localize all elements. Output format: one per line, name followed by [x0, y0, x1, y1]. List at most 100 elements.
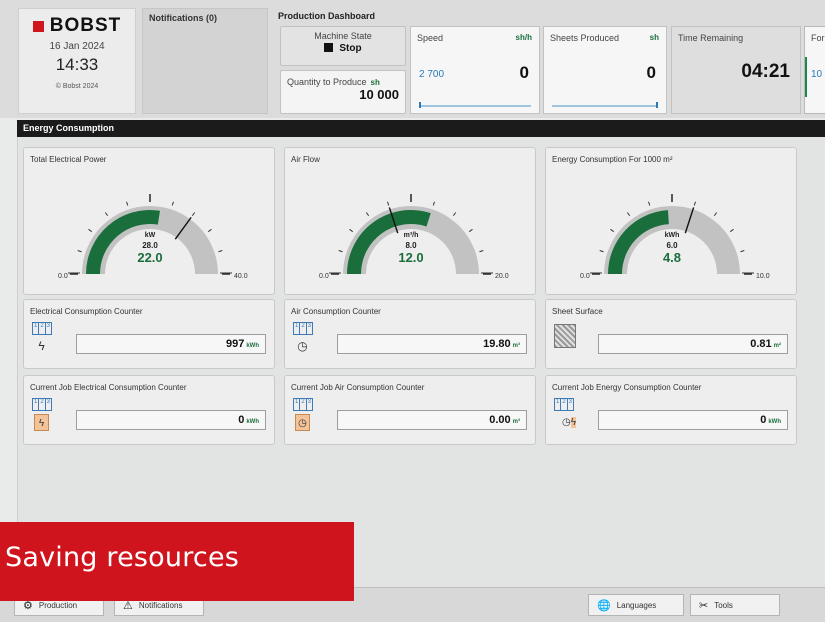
gauge-icon: ◷ — [297, 339, 308, 353]
gauge-marker-value: 28.0 — [142, 241, 158, 250]
counter-unit: m² — [773, 343, 781, 349]
counter-digits-icon: 123 — [32, 398, 52, 411]
top-header: BOBST 16 Jan 2024 14:33 © Bobst 2024 Not… — [0, 0, 825, 118]
speed-set-value: 2 700 — [419, 69, 445, 80]
notifications-title: Notifications (0) — [149, 13, 218, 23]
gauge-tick — [713, 212, 718, 217]
next-tile[interactable]: For 10 — [804, 26, 825, 114]
counter-value: 19.80 — [483, 338, 511, 350]
production-label: Production — [38, 600, 78, 610]
energy-icon: ◷ϟ — [561, 417, 577, 428]
gauge-dial — [329, 194, 493, 275]
gauge-tick — [365, 212, 370, 217]
counter-digits-icon: 123 — [554, 398, 574, 411]
quantity-tile[interactable]: Quantity to Produce sh 10 000 — [280, 70, 406, 114]
gauge-card-air-flow: Air Flow m³/h 8.0 12.0 0.0 20.0 — [284, 147, 536, 295]
counter-label: Current Job Energy Consumption Counter — [552, 383, 702, 392]
notifications-panel[interactable]: Notifications (0) — [142, 8, 268, 114]
notifications-button-label: Notifications — [138, 600, 183, 610]
gauge-max: 40.0 — [234, 273, 248, 280]
next-tile-value: 10 — [811, 69, 823, 80]
counter-value: 0 — [238, 414, 245, 426]
counter-job-air: Current Job Air Consumption Counter 123 … — [284, 375, 536, 445]
brand-panel: BOBST 16 Jan 2024 14:33 © Bobst 2024 — [18, 8, 136, 114]
globe-icon: 🌐 — [597, 599, 611, 612]
machine-state-tile[interactable]: Machine State Stop — [280, 26, 406, 66]
time-remaining-label: Time Remaining — [678, 33, 744, 43]
counter-field: 0.81 m² — [598, 334, 788, 354]
current-date: 16 Jan 2024 — [49, 41, 105, 52]
quantity-label: Quantity to Produce — [287, 77, 367, 87]
gauge-value: 22.0 — [137, 250, 163, 265]
gauge-dial — [590, 194, 754, 275]
counter-unit: m³ — [512, 343, 520, 349]
counter-unit: m³ — [512, 419, 520, 425]
counter-value: 0.00 — [489, 414, 511, 426]
gauge-min: 0.0 — [580, 273, 590, 280]
counter-value: 997 — [225, 338, 245, 350]
gauge-unit: kWh — [664, 232, 680, 239]
counter-field: 0.00 m³ — [337, 410, 527, 430]
counter-label: Current Job Electrical Consumption Count… — [30, 383, 187, 392]
current-time: 14:33 — [55, 55, 99, 74]
sheets-bar — [552, 102, 658, 108]
lightning-icon: ϟ — [38, 339, 45, 353]
dashboard-title: Production Dashboard — [278, 11, 376, 21]
languages-label: Languages — [616, 600, 657, 610]
counter-unit: kWh — [246, 419, 259, 425]
bobst-logo: BOBST — [19, 15, 135, 37]
counter-electrical: Electrical Consumption Counter 123 ϟ 997… — [23, 299, 275, 369]
gauge-tick — [387, 201, 390, 206]
gauge-icon: ◷ — [295, 414, 310, 431]
logo-square-icon — [32, 20, 44, 32]
time-remaining-value: 04:21 — [741, 61, 790, 82]
saving-resources-banner: Saving resources — [0, 522, 354, 601]
gauge-tick — [693, 201, 696, 206]
gauge-label: Total Electrical Power — [30, 155, 107, 164]
counter-unit: kWh — [246, 343, 259, 349]
sheets-produced-tile[interactable]: Sheets Produced sh 0 — [543, 26, 667, 114]
sheets-bar-marker — [656, 102, 658, 108]
speed-tile[interactable]: Speed sh/h 2 700 0 — [410, 26, 540, 114]
gauge-card-energy-1000m2: Energy Consumption For 1000 m² kWh 6.0 4… — [545, 147, 797, 295]
time-remaining-tile[interactable]: Time Remaining 04:21 — [671, 26, 801, 114]
counter-digits-icon: 123 — [293, 322, 313, 335]
logo-text: BOBST — [49, 15, 122, 36]
sheets-unit: sh — [649, 33, 659, 42]
lightning-icon: ϟ — [34, 414, 49, 431]
gauge-unit: m³/h — [403, 232, 419, 239]
quantity-unit: sh — [370, 78, 380, 87]
counter-unit: kWh — [768, 419, 781, 425]
section-header: Energy Consumption — [17, 120, 825, 137]
speed-unit: sh/h — [515, 33, 532, 42]
languages-button[interactable]: 🌐 Languages — [588, 594, 684, 616]
counter-field: 0 kWh — [76, 410, 266, 430]
gauge-min: 0.0 — [319, 273, 329, 280]
counter-air: Air Consumption Counter 123 ◷ 19.80 m³ — [284, 299, 536, 369]
speed-value: 0 — [519, 63, 529, 82]
gauge-tick — [191, 212, 196, 217]
gauge-tick — [432, 201, 435, 206]
tools-button[interactable]: ✂ Tools — [690, 594, 780, 616]
speed-label: Speed — [417, 33, 444, 43]
sheets-value: 0 — [646, 63, 656, 82]
counter-value: 0.81 — [750, 338, 772, 350]
gauge-label: Air Flow — [291, 155, 320, 164]
gauge-value: 12.0 — [398, 250, 424, 265]
sheet-icon — [554, 324, 576, 348]
counter-job-energy: Current Job Energy Consumption Counter 1… — [545, 375, 797, 445]
counter-digits-icon: 123 — [293, 398, 313, 411]
gauge-max: 20.0 — [495, 273, 509, 280]
machine-state-label: Machine State — [314, 31, 372, 41]
sheets-label: Sheets Produced — [550, 33, 620, 43]
energy-main-area: Total Electrical Power kW 28.0 22.0 0.0 … — [17, 137, 825, 587]
counter-value: 0 — [760, 414, 767, 426]
quantity-value: 10 000 — [359, 87, 399, 102]
gauge-marker-value: 8.0 — [405, 241, 417, 250]
gauge-tick — [171, 201, 174, 206]
counter-job-electrical: Current Job Electrical Consumption Count… — [23, 375, 275, 445]
tools-icon: ✂ — [699, 599, 709, 612]
counter-label: Air Consumption Counter — [291, 307, 381, 316]
gauge-tick — [126, 201, 129, 206]
counter-label: Current Job Air Consumption Counter — [291, 383, 425, 392]
